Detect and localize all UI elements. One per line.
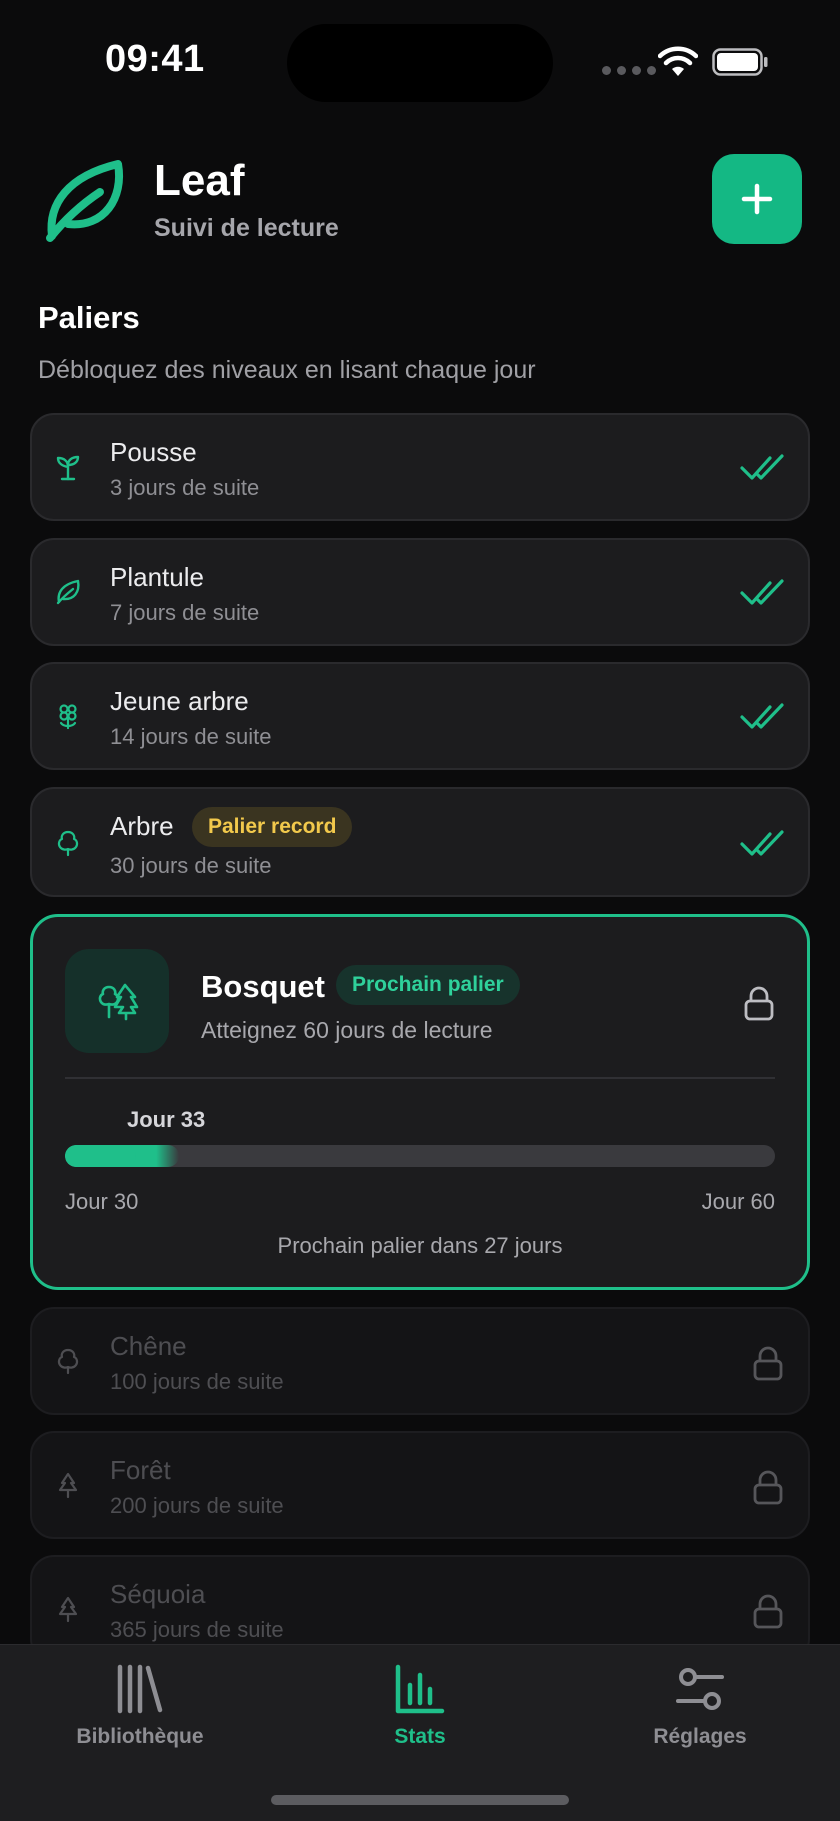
tier-days: 7 jours de suite	[110, 600, 260, 625]
tab-label: Bibliothèque	[76, 1725, 204, 1748]
app-title: Leaf	[154, 156, 245, 205]
tab-label: Stats	[394, 1725, 446, 1748]
tab-reglages[interactable]: Réglages	[600, 1663, 800, 1773]
tier-days: 365 jours de suite	[110, 1617, 284, 1642]
tree-icon	[57, 830, 79, 857]
tier-row-foret[interactable]: Forêt 200 jours de suite	[30, 1431, 810, 1539]
tier-days: 3 jours de suite	[110, 475, 260, 500]
range-min-label: Jour 30	[65, 1189, 139, 1214]
tab-label: Réglages	[653, 1725, 747, 1748]
tier-name: Arbre	[110, 811, 174, 841]
tier-row-pousse[interactable]: Pousse 3 jours de suite	[30, 413, 810, 521]
dynamic-island	[287, 24, 553, 102]
tier-days: 100 jours de suite	[110, 1369, 284, 1394]
leaf-logo-icon	[46, 160, 123, 242]
battery-icon	[712, 48, 768, 76]
tier-days: 200 jours de suite	[110, 1493, 284, 1518]
app-subtitle: Suivi de lecture	[154, 214, 339, 242]
section-title: Paliers	[38, 300, 140, 335]
range-max-label: Jour 60	[701, 1189, 775, 1214]
section-subtitle: Débloquez des niveaux en lisant chaque j…	[38, 356, 536, 384]
next-tier-badge: Prochain palier	[336, 965, 520, 1005]
divider	[65, 1077, 775, 1079]
remaining-text: Prochain palier dans 27 jours	[277, 1233, 563, 1258]
add-button[interactable]	[712, 154, 802, 244]
tier-days: 14 jours de suite	[110, 724, 272, 749]
plus-icon	[741, 183, 773, 215]
double-check-icon	[740, 579, 784, 605]
current-tier-icon-box	[65, 949, 169, 1053]
status-bar: 09:41	[0, 0, 840, 120]
tier-row-arbre[interactable]: Arbre Palier record 30 jours de suite	[30, 787, 810, 897]
progress-track	[65, 1145, 775, 1167]
tier-name: Chêne	[110, 1331, 187, 1361]
current-tier-card[interactable]: Bosquet Prochain palier Atteignez 60 jou…	[30, 914, 810, 1290]
tier-days: 30 jours de suite	[110, 853, 272, 878]
double-check-icon	[740, 454, 784, 480]
tier-name: Jeune arbre	[110, 686, 249, 716]
current-tier-name: Bosquet	[201, 969, 325, 1004]
tier-name: Plantule	[110, 562, 204, 592]
tab-stats[interactable]: Stats	[320, 1663, 520, 1773]
library-icon	[117, 1664, 163, 1714]
current-tier-subtitle: Atteignez 60 jours de lecture	[201, 1017, 493, 1043]
tier-name: Pousse	[110, 437, 197, 467]
record-badge: Palier record	[192, 807, 353, 847]
double-check-icon	[740, 830, 784, 856]
sprout-icon	[56, 455, 80, 481]
bar-chart-icon	[395, 1664, 445, 1714]
wifi-icon	[658, 46, 698, 76]
tier-name: Forêt	[110, 1455, 171, 1485]
sliders-icon	[676, 1668, 724, 1710]
lock-icon	[753, 1346, 783, 1381]
lock-icon	[744, 986, 774, 1021]
status-time: 09:41	[105, 38, 205, 80]
pine-tree-icon	[58, 1472, 78, 1499]
tier-row-plantule[interactable]: Plantule 7 jours de suite	[30, 538, 810, 646]
lock-icon	[753, 1594, 783, 1629]
tier-name: Séquoia	[110, 1579, 206, 1609]
cellular-signal-icon	[602, 66, 656, 75]
current-day-label: Jour 33	[127, 1107, 206, 1132]
app-header: Leaf Suivi de lecture	[38, 150, 802, 250]
leaf-icon	[56, 579, 80, 605]
double-check-icon	[740, 703, 784, 729]
tier-row-chene[interactable]: Chêne 100 jours de suite	[30, 1307, 810, 1415]
home-indicator	[271, 1795, 569, 1805]
tier-row-jeune-arbre[interactable]: Jeune arbre 14 jours de suite	[30, 662, 810, 770]
tree-icon	[57, 1348, 79, 1375]
lock-icon	[753, 1470, 783, 1505]
pine-tree-icon	[58, 1596, 78, 1623]
flower-icon	[59, 704, 77, 730]
progress-fill	[65, 1145, 136, 1167]
trees-icon	[98, 983, 139, 1021]
tab-bibliotheque[interactable]: Bibliothèque	[40, 1663, 240, 1773]
